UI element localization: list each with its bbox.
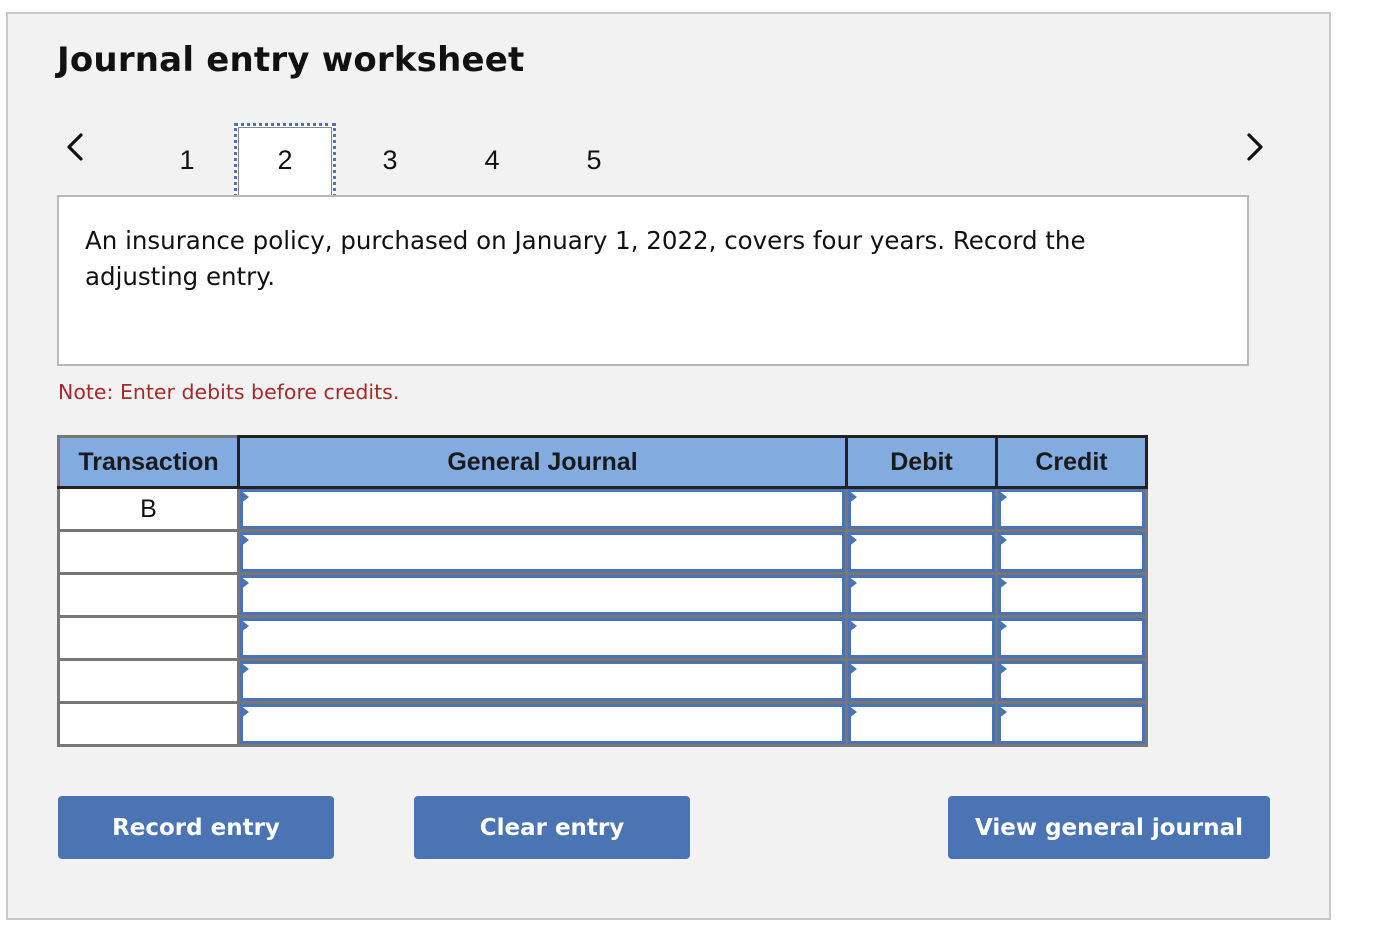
dropdown-marker-icon	[240, 662, 249, 676]
chevron-left-icon	[67, 133, 83, 161]
account-select[interactable]	[240, 489, 845, 529]
tab-label: 3	[382, 144, 398, 175]
table-row	[57, 701, 1148, 747]
account-select[interactable]	[240, 532, 845, 572]
table-header-row: Transaction General Journal Debit Credit	[57, 435, 1148, 489]
view-general-journal-button[interactable]: View general journal	[948, 796, 1270, 859]
transaction-cell	[57, 572, 240, 618]
account-select[interactable]	[240, 704, 845, 744]
account-select[interactable]	[240, 618, 845, 658]
tab-label: 1	[179, 144, 195, 175]
header-credit: Credit	[995, 435, 1148, 489]
dropdown-marker-icon	[998, 533, 1007, 547]
table-row	[57, 529, 1148, 575]
credit-input[interactable]	[998, 704, 1145, 744]
dropdown-marker-icon	[240, 705, 249, 719]
credit-input[interactable]	[998, 661, 1145, 701]
dropdown-marker-icon	[240, 576, 249, 590]
transaction-cell	[57, 658, 240, 704]
dropdown-marker-icon	[848, 576, 857, 590]
next-button[interactable]	[1240, 127, 1270, 167]
dropdown-marker-icon	[848, 662, 857, 676]
debit-input[interactable]	[848, 489, 995, 529]
dropdown-marker-icon	[848, 490, 857, 504]
prev-button[interactable]	[60, 127, 90, 167]
credit-input[interactable]	[998, 618, 1145, 658]
dropdown-marker-icon	[848, 533, 857, 547]
debit-input[interactable]	[848, 532, 995, 572]
transaction-cell	[57, 529, 240, 575]
dropdown-marker-icon	[998, 662, 1007, 676]
table-row: B	[57, 486, 1148, 532]
header-general-journal: General Journal	[237, 435, 848, 489]
debit-input[interactable]	[848, 575, 995, 615]
dropdown-marker-icon	[998, 576, 1007, 590]
transaction-cell: B	[57, 486, 240, 532]
debit-input[interactable]	[848, 704, 995, 744]
record-entry-button[interactable]: Record entry	[58, 796, 334, 859]
header-transaction: Transaction	[57, 435, 240, 489]
clear-entry-button[interactable]: Clear entry	[414, 796, 690, 859]
credit-input[interactable]	[998, 532, 1145, 572]
debit-input[interactable]	[848, 661, 995, 701]
transaction-description-box: An insurance policy, purchased on Januar…	[57, 195, 1249, 366]
entry-note: Note: Enter debits before credits.	[58, 380, 400, 404]
dropdown-marker-icon	[998, 619, 1007, 633]
debit-input[interactable]	[848, 618, 995, 658]
dropdown-marker-icon	[240, 490, 249, 504]
dropdown-marker-icon	[848, 705, 857, 719]
transaction-description: An insurance policy, purchased on Januar…	[85, 226, 1086, 291]
tab-label: 5	[586, 144, 602, 175]
table-row	[57, 615, 1148, 661]
account-select[interactable]	[240, 575, 845, 615]
tab-label: 4	[484, 144, 500, 175]
credit-input[interactable]	[998, 575, 1145, 615]
journal-table: Transaction General Journal Debit Credit…	[57, 435, 1148, 747]
chevron-right-icon	[1247, 133, 1263, 161]
dropdown-marker-icon	[998, 705, 1007, 719]
dropdown-marker-icon	[240, 619, 249, 633]
dropdown-marker-icon	[240, 533, 249, 547]
credit-input[interactable]	[998, 489, 1145, 529]
header-debit: Debit	[845, 435, 998, 489]
transaction-cell	[57, 701, 240, 747]
transaction-cell	[57, 615, 240, 661]
dropdown-marker-icon	[998, 490, 1007, 504]
table-row	[57, 658, 1148, 704]
table-row	[57, 572, 1148, 618]
tab-label: 2	[277, 144, 293, 175]
dropdown-marker-icon	[848, 619, 857, 633]
page-title: Journal entry worksheet	[57, 40, 525, 80]
account-select[interactable]	[240, 661, 845, 701]
